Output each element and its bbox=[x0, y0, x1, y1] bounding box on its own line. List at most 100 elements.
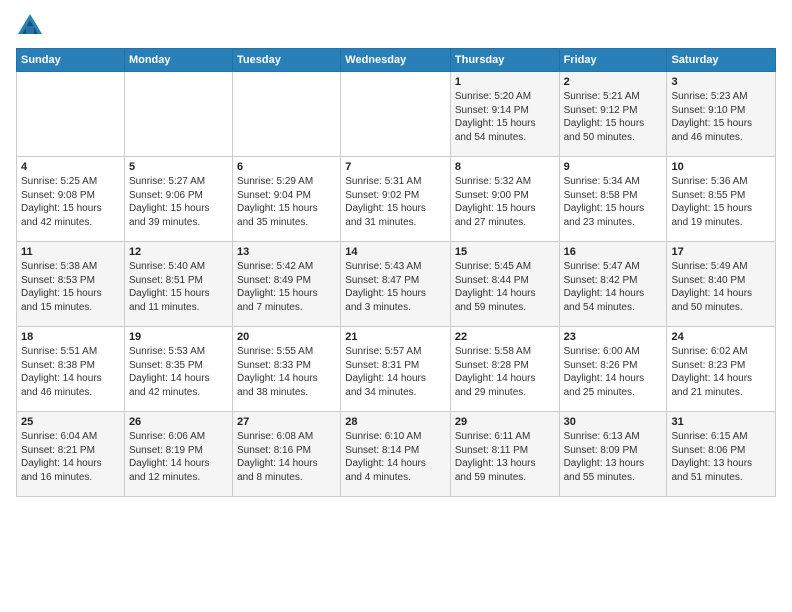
day-cell: 26 Sunrise: 6:06 AM Sunset: 8:19 PM Dayli… bbox=[124, 412, 232, 497]
weekday-row: SundayMondayTuesdayWednesdayThursdayFrid… bbox=[17, 49, 776, 72]
day-info: Sunrise: 5:34 AM Sunset: 8:58 PM Dayligh… bbox=[564, 175, 663, 229]
day-info: Sunrise: 6:15 AM Sunset: 8:06 PM Dayligh… bbox=[671, 430, 771, 484]
weekday-header-sunday: Sunday bbox=[17, 49, 125, 72]
header bbox=[16, 12, 776, 40]
day-cell: 25Sunrise: 6:04 AM Sunset: 8:21 PM Dayli… bbox=[17, 412, 125, 497]
day-cell: 3Sunrise: 5:23 AM Sunset: 9:10 PM Daylig… bbox=[667, 72, 776, 157]
weekday-header-saturday: Saturday bbox=[667, 49, 776, 72]
day-cell bbox=[17, 72, 125, 157]
day-info: Sunrise: 6:06 AM Sunset: 8:19 PM Dayligh… bbox=[129, 430, 228, 484]
page: SundayMondayTuesdayWednesdayThursdayFrid… bbox=[0, 0, 792, 612]
day-info: Sunrise: 5:57 AM Sunset: 8:31 PM Dayligh… bbox=[345, 345, 446, 399]
day-info: Sunrise: 5:29 AM Sunset: 9:04 PM Dayligh… bbox=[237, 175, 336, 229]
day-number: 11 bbox=[21, 246, 120, 258]
day-number: 10 bbox=[671, 161, 771, 173]
day-cell: 6Sunrise: 5:29 AM Sunset: 9:04 PM Daylig… bbox=[233, 157, 341, 242]
day-number: 30 bbox=[564, 416, 663, 428]
day-cell: 23 Sunrise: 6:00 AM Sunset: 8:26 PM Dayli… bbox=[559, 327, 667, 412]
day-info: Sunrise: 5:47 AM Sunset: 8:42 PM Dayligh… bbox=[564, 260, 663, 314]
day-number: 17 bbox=[671, 246, 771, 258]
day-cell: 24 Sunrise: 6:02 AM Sunset: 8:23 PM Dayli… bbox=[667, 327, 776, 412]
day-info: Sunrise: 5:40 AM Sunset: 8:51 PM Dayligh… bbox=[129, 260, 228, 314]
day-number: 21 bbox=[345, 331, 446, 343]
week-row-3: 18 Sunrise: 5:51 AM Sunset: 8:38 PM Dayli… bbox=[17, 327, 776, 412]
day-number: 19 bbox=[129, 331, 228, 343]
day-info: Sunrise: 5:53 AM Sunset: 8:35 PM Dayligh… bbox=[129, 345, 228, 399]
day-number: 29 bbox=[455, 416, 555, 428]
day-info: Sunrise: 5:36 AM Sunset: 8:55 PM Dayligh… bbox=[671, 175, 771, 229]
day-info: Sunrise: 5:32 AM Sunset: 9:00 PM Dayligh… bbox=[455, 175, 555, 229]
day-info: Sunrise: 6:13 AM Sunset: 8:09 PM Dayligh… bbox=[564, 430, 663, 484]
day-cell bbox=[341, 72, 451, 157]
day-cell: 29 Sunrise: 6:11 AM Sunset: 8:11 PM Dayli… bbox=[450, 412, 559, 497]
weekday-header-tuesday: Tuesday bbox=[233, 49, 341, 72]
day-cell: 9 Sunrise: 5:34 AM Sunset: 8:58 PM Daylig… bbox=[559, 157, 667, 242]
day-cell: 1 Sunrise: 5:20 AM Sunset: 9:14 PM Daylig… bbox=[450, 72, 559, 157]
day-info: Sunrise: 6:04 AM Sunset: 8:21 PM Dayligh… bbox=[21, 430, 120, 484]
day-info: Sunrise: 5:55 AM Sunset: 8:33 PM Dayligh… bbox=[237, 345, 336, 399]
day-number: 26 bbox=[129, 416, 228, 428]
weekday-header-thursday: Thursday bbox=[450, 49, 559, 72]
day-cell: 17 Sunrise: 5:49 AM Sunset: 8:40 PM Dayli… bbox=[667, 242, 776, 327]
day-number: 15 bbox=[455, 246, 555, 258]
day-info: Sunrise: 5:45 AM Sunset: 8:44 PM Dayligh… bbox=[455, 260, 555, 314]
day-cell: 13Sunrise: 5:42 AM Sunset: 8:49 PM Dayli… bbox=[233, 242, 341, 327]
day-number: 3 bbox=[671, 76, 771, 88]
day-cell: 2Sunrise: 5:21 AM Sunset: 9:12 PM Daylig… bbox=[559, 72, 667, 157]
day-cell: 31Sunrise: 6:15 AM Sunset: 8:06 PM Dayli… bbox=[667, 412, 776, 497]
day-info: Sunrise: 5:31 AM Sunset: 9:02 PM Dayligh… bbox=[345, 175, 446, 229]
week-row-0: 1 Sunrise: 5:20 AM Sunset: 9:14 PM Daylig… bbox=[17, 72, 776, 157]
day-cell: 28 Sunrise: 6:10 AM Sunset: 8:14 PM Dayli… bbox=[341, 412, 451, 497]
day-cell: 22Sunrise: 5:58 AM Sunset: 8:28 PM Dayli… bbox=[450, 327, 559, 412]
day-cell: 30 Sunrise: 6:13 AM Sunset: 8:09 PM Dayli… bbox=[559, 412, 667, 497]
day-cell: 21 Sunrise: 5:57 AM Sunset: 8:31 PM Dayli… bbox=[341, 327, 451, 412]
day-info: Sunrise: 5:58 AM Sunset: 8:28 PM Dayligh… bbox=[455, 345, 555, 399]
logo-icon bbox=[16, 12, 44, 40]
day-info: Sunrise: 6:11 AM Sunset: 8:11 PM Dayligh… bbox=[455, 430, 555, 484]
day-info: Sunrise: 5:51 AM Sunset: 8:38 PM Dayligh… bbox=[21, 345, 120, 399]
weekday-header-monday: Monday bbox=[124, 49, 232, 72]
day-cell: 27 Sunrise: 6:08 AM Sunset: 8:16 PM Dayli… bbox=[233, 412, 341, 497]
day-info: Sunrise: 6:00 AM Sunset: 8:26 PM Dayligh… bbox=[564, 345, 663, 399]
calendar-header: SundayMondayTuesdayWednesdayThursdayFrid… bbox=[17, 49, 776, 72]
day-cell: 12 Sunrise: 5:40 AM Sunset: 8:51 PM Dayli… bbox=[124, 242, 232, 327]
day-number: 12 bbox=[129, 246, 228, 258]
day-cell: 8Sunrise: 5:32 AM Sunset: 9:00 PM Daylig… bbox=[450, 157, 559, 242]
day-number: 4 bbox=[21, 161, 120, 173]
day-number: 16 bbox=[564, 246, 663, 258]
day-info: Sunrise: 5:25 AM Sunset: 9:08 PM Dayligh… bbox=[21, 175, 120, 229]
day-cell: 5Sunrise: 5:27 AM Sunset: 9:06 PM Daylig… bbox=[124, 157, 232, 242]
day-number: 9 bbox=[564, 161, 663, 173]
day-number: 1 bbox=[455, 76, 555, 88]
day-cell: 14 Sunrise: 5:43 AM Sunset: 8:47 PM Dayli… bbox=[341, 242, 451, 327]
day-info: Sunrise: 5:20 AM Sunset: 9:14 PM Dayligh… bbox=[455, 90, 555, 144]
calendar: SundayMondayTuesdayWednesdayThursdayFrid… bbox=[16, 48, 776, 497]
day-cell: 4 Sunrise: 5:25 AM Sunset: 9:08 PM Daylig… bbox=[17, 157, 125, 242]
day-info: Sunrise: 6:08 AM Sunset: 8:16 PM Dayligh… bbox=[237, 430, 336, 484]
day-number: 2 bbox=[564, 76, 663, 88]
weekday-header-friday: Friday bbox=[559, 49, 667, 72]
day-cell: 16 Sunrise: 5:47 AM Sunset: 8:42 PM Dayli… bbox=[559, 242, 667, 327]
day-cell: 15 Sunrise: 5:45 AM Sunset: 8:44 PM Dayli… bbox=[450, 242, 559, 327]
day-info: Sunrise: 6:02 AM Sunset: 8:23 PM Dayligh… bbox=[671, 345, 771, 399]
day-number: 27 bbox=[237, 416, 336, 428]
day-number: 14 bbox=[345, 246, 446, 258]
day-info: Sunrise: 5:49 AM Sunset: 8:40 PM Dayligh… bbox=[671, 260, 771, 314]
day-number: 23 bbox=[564, 331, 663, 343]
week-row-1: 4 Sunrise: 5:25 AM Sunset: 9:08 PM Daylig… bbox=[17, 157, 776, 242]
day-cell: 19 Sunrise: 5:53 AM Sunset: 8:35 PM Dayli… bbox=[124, 327, 232, 412]
day-number: 28 bbox=[345, 416, 446, 428]
day-number: 18 bbox=[21, 331, 120, 343]
day-cell: 18 Sunrise: 5:51 AM Sunset: 8:38 PM Dayli… bbox=[17, 327, 125, 412]
day-info: Sunrise: 5:27 AM Sunset: 9:06 PM Dayligh… bbox=[129, 175, 228, 229]
day-info: Sunrise: 5:43 AM Sunset: 8:47 PM Dayligh… bbox=[345, 260, 446, 314]
day-cell: 7 Sunrise: 5:31 AM Sunset: 9:02 PM Daylig… bbox=[341, 157, 451, 242]
logo bbox=[16, 12, 48, 40]
day-number: 7 bbox=[345, 161, 446, 173]
day-cell bbox=[124, 72, 232, 157]
weekday-header-wednesday: Wednesday bbox=[341, 49, 451, 72]
day-info: Sunrise: 6:10 AM Sunset: 8:14 PM Dayligh… bbox=[345, 430, 446, 484]
day-cell: 20Sunrise: 5:55 AM Sunset: 8:33 PM Dayli… bbox=[233, 327, 341, 412]
day-number: 24 bbox=[671, 331, 771, 343]
week-row-4: 25Sunrise: 6:04 AM Sunset: 8:21 PM Dayli… bbox=[17, 412, 776, 497]
